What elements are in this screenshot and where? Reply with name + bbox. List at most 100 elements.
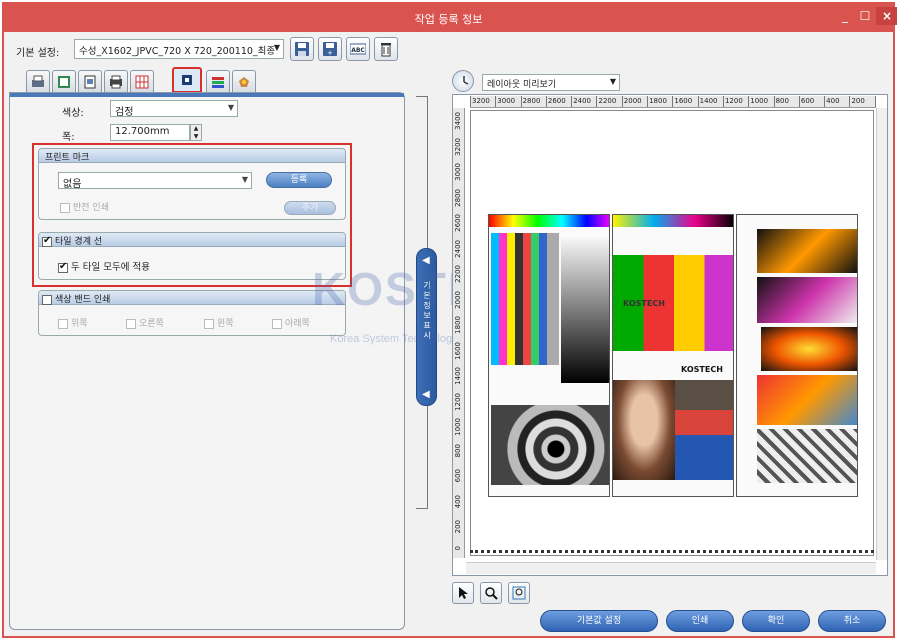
tile-3-bw-flowers-photo: [757, 429, 857, 483]
ruler-tick-label: 400: [454, 494, 462, 508]
magnifier-icon: [485, 587, 498, 600]
tab-tiling[interactable]: [130, 70, 154, 92]
ruler-tick-label: 2800: [454, 188, 462, 207]
apply-all-tiles-option[interactable]: 두 타일 모두에 적용: [58, 259, 150, 273]
invert-checkbox[interactable]: [60, 202, 70, 213]
ruler-tick-label: 3200: [454, 137, 462, 156]
default-settings-button[interactable]: 기본값 설정: [540, 610, 658, 632]
save-preset-button[interactable]: [290, 37, 314, 61]
tile-line-header[interactable]: 타일 경계 선: [39, 233, 345, 247]
tile-1-spiral-photo: [491, 405, 609, 485]
preset-value: 수성_X1602_JPVC_720 X 720_200110_최종: [79, 46, 276, 57]
tile-3: [736, 214, 858, 497]
width-input[interactable]: 12.700mm: [110, 124, 190, 141]
ruler-tick-label: 1200: [722, 96, 748, 107]
preset-select[interactable]: 수성_X1602_JPVC_720 X 720_200110_최종 ▼: [74, 39, 284, 59]
tile-3-flowers-photo: [757, 375, 857, 425]
color-band-checkbox[interactable]: [42, 294, 52, 305]
color-select[interactable]: 검정 ▼: [110, 100, 238, 118]
ok-button[interactable]: 확인: [742, 610, 810, 632]
tile-3-cat-photo: [757, 277, 857, 323]
ruler-tick-label: 800: [773, 96, 799, 107]
tab-marks[interactable]: [172, 67, 202, 93]
ruler-tick-label: 1800: [647, 96, 672, 107]
ruler-tick-label: 2000: [454, 290, 462, 309]
band-bottom-option[interactable]: 아래쪽: [272, 316, 310, 329]
ruler-tick-label: 1800: [454, 316, 462, 334]
pointer-arrow-icon: [459, 587, 468, 599]
tab-layout[interactable]: [52, 70, 76, 92]
tile-line-checkbox[interactable]: [42, 235, 52, 247]
band-bottom-checkbox[interactable]: [272, 318, 282, 329]
zoom-fit-button[interactable]: [508, 582, 530, 604]
horizontal-scrollbar[interactable]: [466, 562, 876, 574]
ruler-tick-label: 800: [454, 443, 462, 457]
invert-print-option[interactable]: 반전 인쇄: [60, 200, 109, 213]
print-button[interactable]: 인쇄: [666, 610, 734, 632]
select-tool-button[interactable]: [452, 582, 474, 604]
zoom-tool-button[interactable]: [480, 582, 502, 604]
width-stepper[interactable]: ▲ ▼: [190, 124, 202, 141]
tab-general[interactable]: [26, 70, 50, 92]
print-edit-icon: [32, 75, 44, 87]
expand-left-icon: ◀: [422, 389, 430, 400]
color-band-header[interactable]: 색상 밴드 인쇄: [39, 291, 345, 305]
grid-icon: [135, 75, 149, 88]
print-mark-title: 프린트 마크: [39, 149, 345, 163]
band-left-checkbox[interactable]: [204, 318, 214, 329]
tile-3-toucan-photo: [757, 229, 857, 273]
tile-2-brand: KOSTECH: [623, 299, 665, 308]
add-mark-button[interactable]: 추가: [284, 201, 336, 215]
tile-1: [488, 214, 610, 497]
printer-icon: [110, 75, 122, 88]
color-band-title: 색상 밴드 인쇄: [55, 295, 111, 305]
ruler-tick-label: 0: [454, 545, 462, 550]
ruler-tick-label: 400: [824, 96, 849, 107]
color-value: 검정: [115, 107, 134, 118]
tab-ink[interactable]: [232, 70, 256, 92]
minimize-button[interactable]: _: [834, 7, 856, 25]
print-mark-select[interactable]: 없음 ▼: [58, 172, 252, 190]
tab-printer[interactable]: [104, 70, 128, 92]
tab-color[interactable]: [206, 70, 230, 92]
svg-text:+: +: [327, 49, 333, 57]
ruler-tick-label: 2600: [454, 214, 462, 232]
vertical-scrollbar[interactable]: [876, 108, 887, 560]
maximize-button[interactable]: ☐: [854, 7, 876, 25]
band-left-label: 왼쪽: [217, 319, 234, 329]
clock-face-icon: [463, 76, 469, 85]
band-top-checkbox[interactable]: [58, 318, 68, 329]
band-left-option[interactable]: 왼쪽: [204, 316, 234, 329]
ruler-horizontal: 3200 3000 2800 2600 2400 2200 2000 1800 1600 1400…: [470, 96, 876, 108]
band-right-option[interactable]: 오른쪽: [126, 316, 164, 329]
clock-icon[interactable]: [452, 70, 474, 92]
ruler-tick-label: 1600: [454, 341, 462, 360]
band-top-label: 위쪽: [71, 319, 88, 329]
band-right-checkbox[interactable]: [126, 318, 136, 329]
tile-2: KOSTECH KOSTECH: [612, 214, 734, 497]
svg-text:ABC: ABC: [351, 47, 365, 54]
preview-mode-value: 레이아웃 미리보기: [487, 80, 557, 90]
floppy-disk-icon: [295, 42, 309, 56]
ruler-tick-label: 600: [454, 469, 462, 483]
close-button[interactable]: ×: [876, 7, 897, 25]
ruler-tick-label: 1400: [454, 367, 462, 385]
band-top-option[interactable]: 위쪽: [58, 316, 88, 329]
tab-media[interactable]: [78, 70, 102, 92]
chevron-down-icon: ▼: [609, 77, 616, 86]
register-button[interactable]: 등록: [266, 172, 332, 188]
rename-preset-button[interactable]: ABC: [346, 37, 370, 61]
chevron-down-icon: ▼: [273, 43, 280, 52]
ruler-tick-label: 2200: [596, 96, 621, 107]
apply-all-label: 두 타일 모두에 적용: [71, 262, 150, 273]
delete-preset-button[interactable]: [374, 37, 398, 61]
cancel-button[interactable]: 취소: [818, 610, 886, 632]
band-bottom-label: 아래쪽: [285, 319, 310, 329]
save-as-preset-button[interactable]: +: [318, 37, 342, 61]
ruler-tick-label: 2400: [454, 239, 462, 258]
apply-all-checkbox[interactable]: [58, 261, 68, 273]
ruler-tick-label: 1200: [454, 392, 462, 411]
ruler-tick-label: 2600: [545, 96, 571, 107]
preview-mode-select[interactable]: 레이아웃 미리보기 ▼: [482, 74, 620, 91]
color-bars-icon: [212, 76, 224, 88]
